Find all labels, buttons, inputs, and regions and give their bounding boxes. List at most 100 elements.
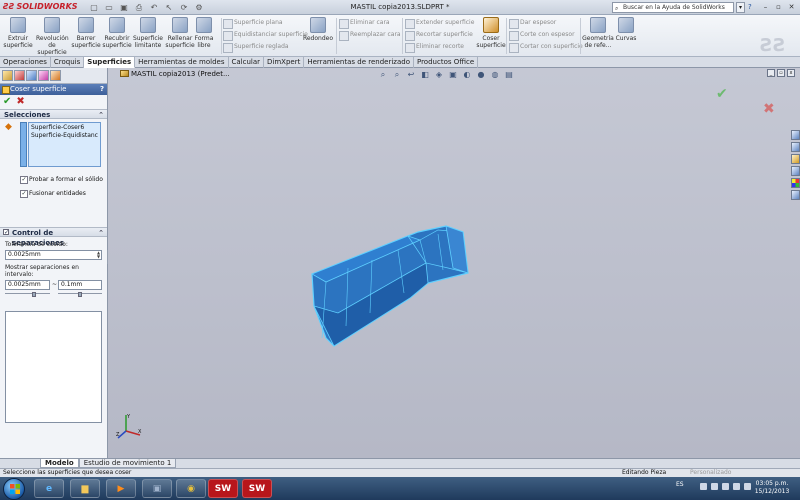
windows-taskbar: e ▆ ▶ ▣ ◉ SW SW ES 03:05 p.m. 15/12/2013 <box>0 477 800 500</box>
delete-face-button[interactable]: Eliminar cara <box>338 18 390 29</box>
cancel-x-icon[interactable]: ✖ <box>16 97 24 107</box>
offset-surface-button[interactable]: Equidistanciar superficie <box>222 30 308 41</box>
freeform-button[interactable]: Forma libre <box>190 17 218 49</box>
solidworks-task-icon[interactable]: SW <box>242 479 272 498</box>
slider-thumb[interactable] <box>32 292 36 297</box>
planar-surface-button[interactable]: Superficie plana <box>222 18 283 29</box>
solidworks-resources-icon[interactable] <box>791 130 800 140</box>
knit-surface-button[interactable]: Coser superficie <box>475 17 507 49</box>
clock[interactable]: 03:05 p.m. 15/12/2013 <box>752 480 792 496</box>
close-icon[interactable]: ✕ <box>786 2 797 12</box>
extrude-surface-icon <box>10 17 26 33</box>
tab-herramientas-moldes[interactable]: Herramientas de moldes <box>135 57 229 68</box>
file-explorer-icon[interactable]: ▆ <box>70 479 100 498</box>
ribbon-separator <box>580 18 581 54</box>
replace-face-button[interactable]: Reemplazar cara <box>338 30 401 41</box>
help-button[interactable]: ? <box>748 3 752 11</box>
thickened-cut-button[interactable]: Corte con espesor <box>508 30 575 41</box>
gap-max-slider[interactable] <box>58 292 102 297</box>
tab-superficies[interactable]: Superficies <box>84 57 136 68</box>
power-icon[interactable] <box>744 483 751 490</box>
status-units[interactable]: Personalizado <box>690 469 731 477</box>
loft-surface-button[interactable]: Recubrir superficie <box>101 17 133 49</box>
minimize-icon[interactable]: – <box>760 2 771 12</box>
pm-help-button[interactable]: ? <box>100 84 104 95</box>
clock-time: 03:05 p.m. <box>755 480 789 487</box>
tab-dimxpert[interactable]: DimXpert <box>264 57 305 68</box>
extend-surface-button[interactable]: Extender superficie <box>404 18 474 29</box>
spin-arrows-icon[interactable]: ▲ ▼ <box>96 251 101 259</box>
feature-tree-icon[interactable] <box>2 70 13 81</box>
thicken-button[interactable]: Dar espesor <box>508 18 556 29</box>
flag-icon[interactable] <box>722 483 729 490</box>
solidworks-task-icon[interactable]: SW <box>208 479 238 498</box>
network-icon[interactable] <box>711 483 718 490</box>
gap-min-slider[interactable] <box>5 292 50 297</box>
reference-geometry-button[interactable]: Geometría de refe... <box>582 17 614 49</box>
appearances-icon[interactable] <box>791 178 800 188</box>
display-manager-icon[interactable] <box>50 70 61 81</box>
mastil-surface-body[interactable] <box>311 225 469 347</box>
dimxpert-manager-icon[interactable] <box>38 70 49 81</box>
language-indicator[interactable]: ES <box>676 481 684 488</box>
selections-group-header[interactable]: Selecciones ⌃ <box>0 109 107 119</box>
model-view[interactable] <box>108 68 800 458</box>
gap-min-input[interactable]: 0.0025mm <box>5 280 50 290</box>
gap-control-group-header[interactable]: ✓ Control de separaciones ⌃ <box>0 227 107 247</box>
slider-thumb[interactable] <box>78 292 82 297</box>
list-item[interactable]: Superficie-Coser6 <box>31 124 98 132</box>
graphics-area[interactable]: MASTIL copia2013 (Predet... ⌕ ⌕ ↩ ◧ ◈ ▣ … <box>108 68 800 458</box>
window-controls: – ▫ ✕ <box>760 2 797 12</box>
design-library-icon[interactable] <box>791 142 800 152</box>
app-icon[interactable]: ▣ <box>142 479 172 498</box>
list-item[interactable]: Superficie-Equidistancia1 <box>31 132 98 140</box>
tab-modelo[interactable]: Modelo <box>40 459 79 468</box>
merge-entities-checkbox[interactable]: Fusionar entidades <box>20 189 86 198</box>
ribbon-separator <box>506 18 507 54</box>
view-palette-icon[interactable] <box>791 166 800 176</box>
boundary-surface-button[interactable]: Superficie limitante <box>132 17 164 49</box>
tab-operaciones[interactable]: Operaciones <box>0 57 51 68</box>
file-explorer-icon[interactable] <box>791 154 800 164</box>
volume-icon[interactable] <box>733 483 740 490</box>
custom-properties-icon[interactable] <box>791 190 800 200</box>
search-button[interactable]: ▾ <box>736 2 745 13</box>
ruled-surface-button[interactable]: Superficie reglada <box>222 42 289 53</box>
property-manager-icon[interactable] <box>14 70 25 81</box>
tab-herramientas-renderizado[interactable]: Herramientas de renderizado <box>304 57 414 68</box>
tab-calcular[interactable]: Calcular <box>229 57 265 68</box>
svg-text:Y: Y <box>126 414 131 420</box>
extrude-surface-button[interactable]: Extruir superficie <box>2 17 34 49</box>
gap-control-checkbox[interactable]: ✓ <box>3 229 9 236</box>
trim-surface-button[interactable]: Recortar superficie <box>404 30 473 41</box>
sweep-surface-button[interactable]: Barrer superficie <box>70 17 102 49</box>
revolve-surface-icon <box>44 17 60 33</box>
fill-surface-icon <box>172 17 188 33</box>
tab-motion-study[interactable]: Estudio de movimiento 1 <box>78 459 177 468</box>
ok-check-icon[interactable]: ✔ <box>3 97 11 107</box>
media-player-icon[interactable]: ▶ <box>106 479 136 498</box>
revolve-surface-button[interactable]: Revolución de superficie <box>36 17 69 56</box>
boundary-surface-icon <box>140 17 156 33</box>
ribbon-separator <box>336 18 337 54</box>
command-manager-ribbon: Extruir superficie Revolución de superfi… <box>0 15 800 57</box>
untrim-surface-button[interactable]: Eliminar recorte <box>404 42 464 53</box>
configuration-manager-icon[interactable] <box>26 70 37 81</box>
restore-icon[interactable]: ▫ <box>773 2 784 12</box>
gaps-list[interactable] <box>5 311 102 423</box>
help-search-input[interactable]: ⌕ Buscar en la Ayuda de SolidWorks <box>612 2 734 13</box>
chrome-icon[interactable]: ◉ <box>176 479 206 498</box>
curves-button[interactable]: Curvas <box>612 17 640 42</box>
tab-croquis[interactable]: Croquis <box>51 57 85 68</box>
tray-arrow-icon[interactable] <box>700 483 707 490</box>
fillet-button[interactable]: Redondeo <box>302 17 334 42</box>
try-solid-checkbox[interactable]: Probar a formar el sólido <box>20 175 103 184</box>
tolerance-input[interactable]: 0.0025mm ▲ ▼ <box>5 250 102 260</box>
gap-max-input[interactable]: 0.1mm <box>58 280 102 290</box>
selected-surfaces-list[interactable]: Superficie-Coser6 Superficie-Equidistanc… <box>28 122 101 167</box>
surface-cut-button[interactable]: Cortar con superficie <box>508 42 583 53</box>
selection-list-focus-bar[interactable] <box>20 122 27 167</box>
tab-productos-office[interactable]: Productos Office <box>414 57 479 68</box>
internet-explorer-icon[interactable]: e <box>34 479 64 498</box>
start-button[interactable] <box>3 478 25 500</box>
